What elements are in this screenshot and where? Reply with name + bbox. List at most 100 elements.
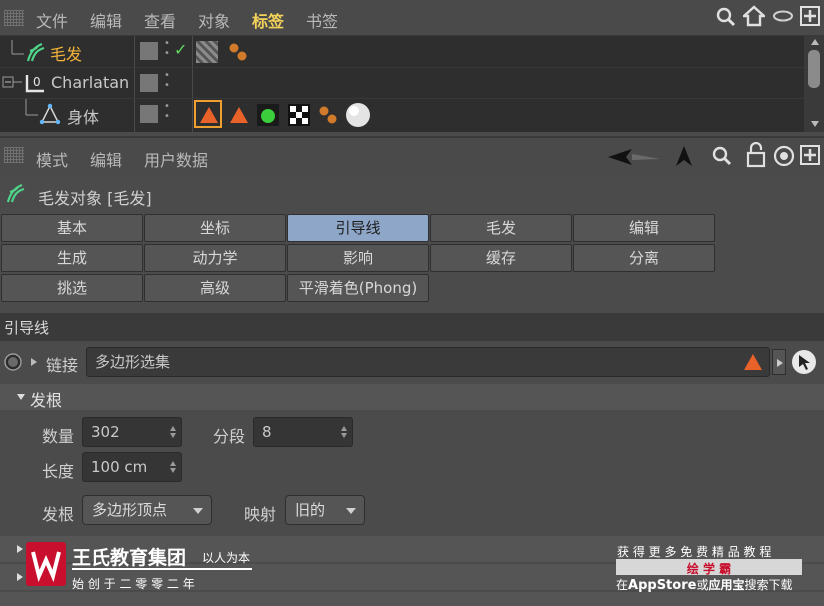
scroll-thumb[interactable] xyxy=(808,50,820,88)
tab-advanced[interactable]: 高级 xyxy=(144,274,286,302)
polygon-selection-tag-icon[interactable] xyxy=(198,104,220,126)
count-input[interactable]: 302 xyxy=(82,417,182,447)
brand-subline: 始 创 于 二 零 零 二 年 xyxy=(72,577,195,591)
segments-value: 8 xyxy=(262,423,272,441)
stepper-icon[interactable] xyxy=(170,461,176,473)
group-title-roots: 发根 xyxy=(30,391,63,410)
target-icon[interactable] xyxy=(772,144,796,168)
mapping-dropdown[interactable]: 旧的 xyxy=(285,495,365,525)
stepper-icon[interactable] xyxy=(341,426,347,438)
visibility-toggle-icon[interactable] xyxy=(140,42,158,60)
link-row: 链接 多边形选集 xyxy=(0,344,824,380)
menu-edit[interactable]: 编辑 xyxy=(90,8,122,32)
link-dropdown-button[interactable] xyxy=(772,349,786,375)
tree-name-charlatan[interactable]: Charlatan xyxy=(51,73,129,92)
texture-tag-icon[interactable] xyxy=(256,103,280,127)
visibility-toggle-icon[interactable] xyxy=(140,105,158,123)
root-value: 多边形顶点 xyxy=(92,501,168,519)
checker-tag-icon[interactable] xyxy=(287,103,311,127)
menu-attr-edit[interactable]: 编辑 xyxy=(90,147,122,171)
tab-select[interactable]: 挑选 xyxy=(1,274,143,302)
chevron-down-icon xyxy=(346,508,356,514)
pick-pointer-icon[interactable] xyxy=(790,348,818,376)
visibility-toggle-icon[interactable] xyxy=(140,74,158,92)
menu-file[interactable]: 文件 xyxy=(36,8,68,32)
tab-influence[interactable]: 影响 xyxy=(287,244,429,272)
root-dropdown[interactable]: 多边形顶点 xyxy=(82,495,212,525)
new-panel-icon[interactable] xyxy=(800,145,820,165)
tab-edit[interactable]: 编辑 xyxy=(573,214,715,242)
tab-dynamics[interactable]: 动力学 xyxy=(144,244,286,272)
tab-generate[interactable]: 生成 xyxy=(1,244,143,272)
material-tag-icon[interactable] xyxy=(344,101,372,129)
menu-user-data[interactable]: 用户数据 xyxy=(144,147,208,171)
hair-tag-icon[interactable] xyxy=(316,104,340,128)
animate-toggle-icon[interactable] xyxy=(3,352,23,372)
root-label: 发根 xyxy=(42,505,75,524)
menu-bookmark[interactable]: 书签 xyxy=(306,8,338,32)
grip-icon[interactable] xyxy=(4,10,24,26)
menu-object[interactable]: 对象 xyxy=(198,8,230,32)
render-dots-icon[interactable]: • • xyxy=(164,39,170,59)
promo-appstore: AppStore xyxy=(628,578,697,593)
tree-name-body[interactable]: 身体 xyxy=(67,104,99,128)
expand-arrow-icon[interactable] xyxy=(30,357,38,367)
collapse-arrow-icon[interactable] xyxy=(16,393,26,401)
chevron-down-icon xyxy=(193,508,203,514)
tab-cache[interactable]: 缓存 xyxy=(430,244,572,272)
tree-row-hair[interactable]: 毛发 • • ✓ xyxy=(0,36,804,66)
promo-text-3: 搜索下载 xyxy=(744,578,793,592)
length-value: 100 cm xyxy=(91,458,148,476)
svg-text:0: 0 xyxy=(33,75,41,89)
tab-coordinates[interactable]: 坐标 xyxy=(144,214,286,242)
hair-object-icon xyxy=(26,42,45,62)
tree-scrollbar[interactable] xyxy=(804,36,824,132)
grip-icon[interactable] xyxy=(4,147,24,163)
polygon-selection-tag-icon[interactable] xyxy=(228,104,250,126)
tree-row-charlatan[interactable]: 0 Charlatan • • xyxy=(0,68,804,98)
promo-badge: 绘 学 霸 xyxy=(616,559,802,576)
top-menubar: 文件 编辑 查看 对象 标签 书签 xyxy=(0,0,824,36)
collapse-toggle-icon[interactable] xyxy=(2,74,22,92)
menu-tag[interactable]: 标签 xyxy=(252,8,284,32)
menu-mode[interactable]: 模式 xyxy=(36,147,68,171)
up-arrow-icon[interactable] xyxy=(674,144,694,168)
search-icon[interactable] xyxy=(716,7,736,27)
hair-material-tag-icon[interactable] xyxy=(196,41,218,63)
render-dots-icon[interactable]: • • xyxy=(164,102,170,122)
segments-input[interactable]: 8 xyxy=(253,417,353,447)
group-header-roots[interactable]: 发根 xyxy=(0,384,824,410)
scroll-up-icon[interactable] xyxy=(810,38,820,46)
length-label: 长度 xyxy=(42,462,75,481)
search-icon[interactable] xyxy=(712,146,732,166)
hair-object-icon xyxy=(6,183,25,203)
link-field[interactable]: 多边形选集 xyxy=(86,347,770,377)
render-dots-icon[interactable]: • • xyxy=(164,71,170,91)
promo-text: 获 得 更 多 免 费 精 品 教 程 xyxy=(617,545,772,559)
tab-basic[interactable]: 基本 xyxy=(1,214,143,242)
hair-tag-icon[interactable] xyxy=(226,41,250,65)
tab-guides[interactable]: 引导线 xyxy=(287,214,429,242)
home-icon[interactable] xyxy=(743,5,765,27)
roots-panel: 数量 302 分段 8 长度 100 cm 发根 多边形顶点 映射 旧的 xyxy=(0,410,824,536)
new-panel-icon[interactable] xyxy=(800,6,820,26)
tree-row-body[interactable]: 身体 • • xyxy=(0,99,804,129)
object-title: 毛发对象 [毛发] xyxy=(38,189,152,208)
mapping-label: 映射 xyxy=(244,505,277,524)
tab-phong[interactable]: 平滑着色(Phong) xyxy=(287,274,429,302)
menu-view[interactable]: 查看 xyxy=(144,8,176,32)
back-arrow-icon[interactable] xyxy=(606,148,662,166)
segments-label: 分段 xyxy=(213,427,246,446)
lock-icon[interactable] xyxy=(746,142,766,168)
eye-icon[interactable] xyxy=(772,10,794,22)
tab-hair[interactable]: 毛发 xyxy=(430,214,572,242)
stepper-icon[interactable] xyxy=(170,426,176,438)
tree-name-hair[interactable]: 毛发 xyxy=(50,41,82,65)
section-header-guides: 引导线 xyxy=(0,313,824,341)
tab-detach[interactable]: 分离 xyxy=(573,244,715,272)
count-label: 数量 xyxy=(42,427,75,446)
link-value: 多边形选集 xyxy=(95,353,171,371)
length-input[interactable]: 100 cm xyxy=(82,452,182,482)
checkmark-icon[interactable]: ✓ xyxy=(174,40,187,59)
scroll-down-icon[interactable] xyxy=(810,120,820,128)
